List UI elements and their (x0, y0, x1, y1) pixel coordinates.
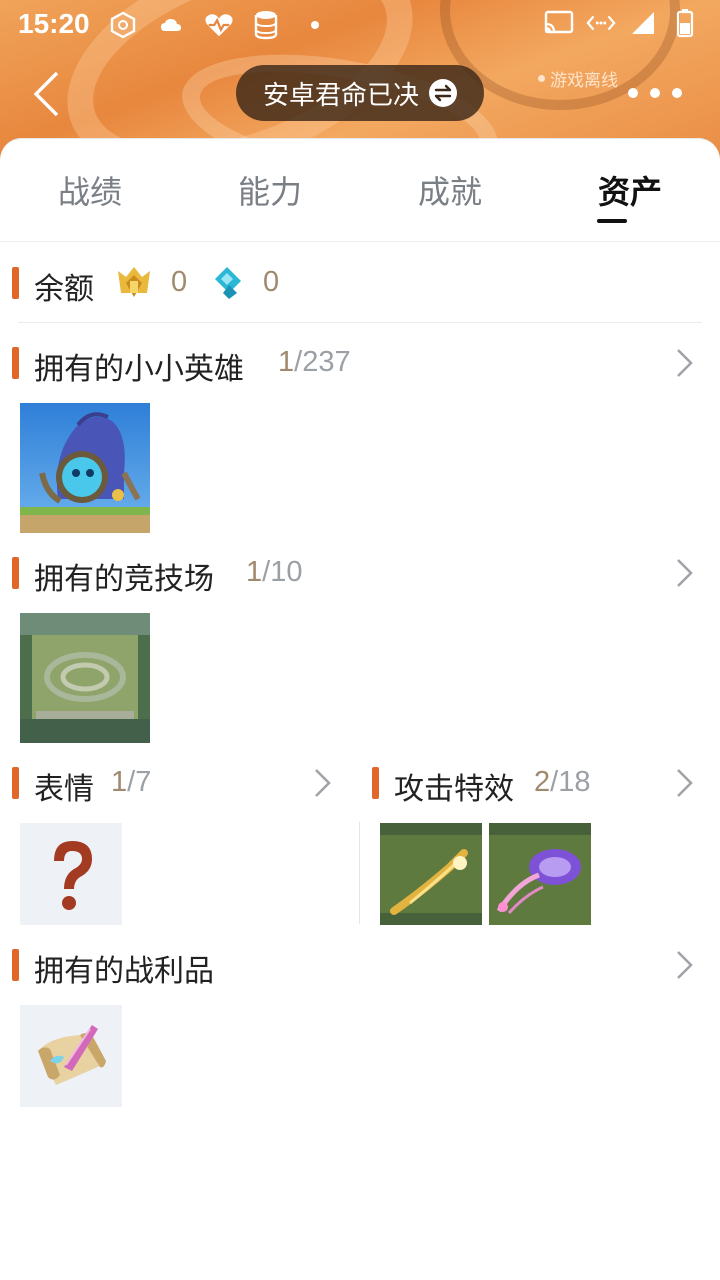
status-bar: 15:20 (0, 0, 720, 50)
scroll-icon (20, 1005, 122, 1107)
arenas-title: 拥有的竞技场 (34, 562, 214, 597)
dot-icon (628, 88, 638, 98)
section-marker (372, 767, 379, 799)
offline-label: 游戏离线 (550, 71, 618, 91)
emote-thumbnail[interactable] (20, 823, 122, 925)
gold-balance: 0 (171, 266, 188, 298)
little-legends-count: 1/237 (278, 346, 351, 378)
data-arrows-icon (586, 8, 616, 38)
signal-icon (628, 8, 658, 38)
arenas-count: 1/10 (246, 556, 303, 588)
back-button[interactable] (26, 68, 66, 120)
dot-icon (650, 88, 660, 98)
more-options-button[interactable] (628, 80, 682, 106)
dot-icon (300, 10, 330, 40)
database-icon (252, 10, 282, 40)
attack-effects-title: 攻击特效 (394, 772, 514, 807)
chevron-right-icon[interactable] (672, 347, 696, 379)
status-dot-icon (538, 75, 545, 82)
active-tab-indicator (597, 219, 627, 223)
loot-thumbnail[interactable] (20, 1005, 122, 1107)
attack-effects-count: 2/18 (534, 766, 591, 798)
chevron-left-icon (33, 71, 59, 117)
section-marker (12, 557, 19, 589)
arena-thumbnail[interactable] (20, 613, 150, 743)
cloud-icon (156, 10, 186, 40)
tab-assets[interactable]: 资产 (570, 167, 690, 213)
crystal-icon (211, 265, 247, 301)
dot-icon (672, 88, 682, 98)
divider (18, 322, 702, 323)
section-marker (12, 767, 19, 799)
emotes-title: 表情 (34, 772, 94, 807)
little-legends-title: 拥有的小小英雄 (34, 352, 244, 387)
gold-coin-icon (114, 263, 154, 303)
account-name: 安卓君命已决 (262, 80, 419, 111)
divider (359, 822, 360, 924)
switch-account-icon (429, 79, 457, 107)
status-time: 15:20 (18, 8, 90, 39)
tab-ability[interactable]: 能力 (210, 167, 330, 213)
cast-icon (544, 8, 574, 38)
battery-icon (670, 8, 700, 38)
chip-icon (108, 10, 138, 40)
balance-title: 余额 (34, 272, 94, 307)
section-marker (12, 949, 19, 981)
emotes-count: 1/7 (111, 766, 152, 798)
section-marker (12, 347, 19, 379)
little-legend-thumbnail[interactable] (20, 403, 150, 533)
chevron-right-icon[interactable] (310, 767, 334, 799)
question-mark-icon (20, 823, 122, 925)
chevron-right-icon[interactable] (672, 767, 696, 799)
tab-bar: 战绩 能力 成就 资产 (0, 138, 720, 242)
account-switcher[interactable]: 安卓君命已决 (236, 65, 484, 121)
attack-effect-thumbnail[interactable] (380, 823, 482, 925)
chevron-right-icon[interactable] (672, 949, 696, 981)
tab-achievement[interactable]: 成就 (390, 167, 510, 213)
loot-title: 拥有的战利品 (34, 954, 214, 989)
crystal-balance: 0 (263, 266, 280, 298)
chevron-right-icon[interactable] (672, 557, 696, 589)
game-status: 游戏离线 (538, 66, 618, 91)
heartbeat-icon (204, 10, 234, 40)
attack-effect-thumbnail[interactable] (489, 823, 591, 925)
section-marker (12, 267, 19, 299)
tab-record[interactable]: 战绩 (30, 167, 150, 213)
